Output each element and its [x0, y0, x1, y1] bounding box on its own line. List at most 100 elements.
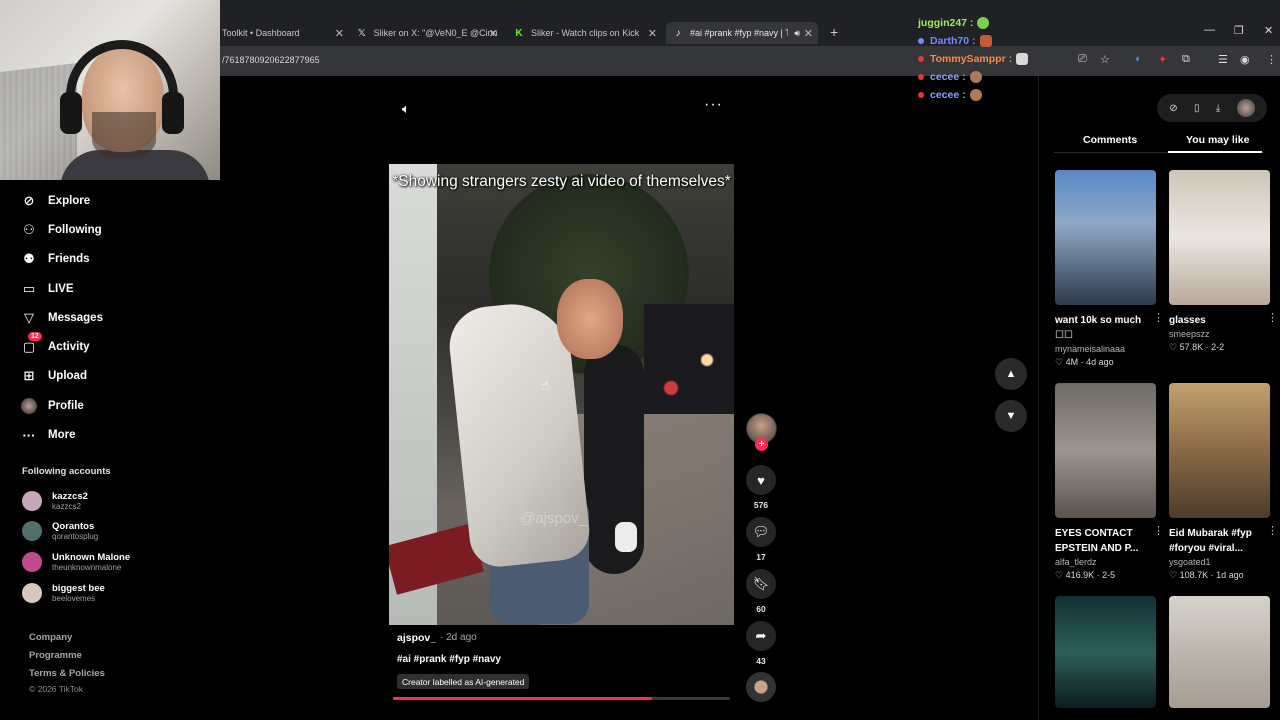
video-thumbnail[interactable]	[1169, 170, 1270, 305]
profile-icon[interactable]: ◉	[1240, 53, 1250, 66]
bookmark-star-icon[interactable]: ☆	[1100, 53, 1110, 66]
sidebar-item-more[interactable]: ··· More	[20, 420, 220, 449]
share-count: 43	[756, 656, 766, 666]
tab-toolkit-dashboard[interactable]: Toolkit • Dashboard ✕	[222, 22, 344, 44]
card-options-icon[interactable]: ⋮	[1153, 524, 1164, 537]
like-count: 576	[753, 500, 769, 510]
more-options-icon[interactable]: ···	[704, 96, 723, 114]
url-text[interactable]: /7618780920622877965	[222, 55, 320, 65]
recommended-video-card[interactable]	[1055, 596, 1156, 708]
video-progress-fill	[393, 697, 653, 700]
like-button[interactable]: ♥	[746, 465, 776, 495]
card-stats: ♡ 416.9K · 2-5	[1055, 570, 1116, 580]
close-tab-icon[interactable]: ✕	[335, 27, 344, 40]
new-tab-button[interactable]: +	[830, 24, 838, 40]
tab-label: #ai #prank #fyp #navy | Tik	[690, 28, 788, 38]
card-title: Eid Mubarak #fyp #foryou #viral...	[1169, 528, 1252, 554]
comment-button[interactable]: 💬︎	[746, 517, 776, 547]
recommended-video-card[interactable]: glasses ⋮ smeepszz ♡ 57.8K · 2-2	[1169, 170, 1278, 354]
sidebar-item-friends[interactable]: ⚉ Friends	[20, 245, 220, 274]
chat-emote-icon	[969, 89, 982, 101]
video-thumbnail[interactable]	[1055, 596, 1156, 708]
recommended-video-card[interactable]	[1169, 596, 1270, 708]
reading-list-icon[interactable]: ☰	[1218, 53, 1228, 66]
tab-tiktok-active[interactable]: ♪ #ai #prank #fyp #navy | Tik 🔊︎ ✕	[666, 22, 818, 44]
card-author[interactable]: smeepszz	[1169, 328, 1270, 341]
compass-icon[interactable]: ⊘	[1169, 103, 1177, 114]
tab-audio-icon[interactable]: 🔊︎	[794, 28, 800, 39]
video-thumbnail[interactable]	[1169, 596, 1270, 708]
extension-icon[interactable]: ◖	[1134, 53, 1141, 65]
ai-generated-label: Creator labelled as AI-generated	[397, 674, 530, 689]
restore-icon[interactable]: ❐	[1234, 24, 1244, 37]
footer-link-programme[interactable]: Programme	[29, 650, 82, 661]
following-account[interactable]: kazzcs2 kazzcs2	[22, 486, 202, 516]
tab-x-post[interactable]: 𝕏 Sliker on X: "@VeN0_E @Cinna ✕	[356, 22, 498, 44]
card-author[interactable]: mynameisalinaaa	[1055, 343, 1156, 356]
video-thumbnail[interactable]	[1169, 383, 1270, 518]
chevron-down-icon: ▼	[1005, 410, 1017, 422]
share-button[interactable]: ➦	[746, 621, 776, 651]
close-tab-icon[interactable]: ✕	[804, 27, 813, 40]
recommended-video-card[interactable]: EYES CONTACT EPSTEIN AND P... ⋮ alfa_tle…	[1055, 383, 1164, 582]
previous-video-button[interactable]: ▲	[995, 358, 1027, 390]
video-player[interactable]	[389, 164, 734, 625]
card-options-icon[interactable]: ⋮	[1267, 524, 1278, 537]
extension-2-icon[interactable]: ✦	[1158, 53, 1167, 66]
download-icon[interactable]: ⤓	[1216, 103, 1220, 114]
follow-plus-icon[interactable]: +	[755, 438, 768, 451]
recommended-video-card[interactable]: Eid Mubarak #fyp #foryou #viral... ⋮ ysg…	[1169, 383, 1278, 582]
following-account[interactable]: Unknown Malone theunknownmalone	[22, 547, 202, 577]
close-tab-icon[interactable]: ✕	[489, 27, 498, 40]
following-account[interactable]: biggest bee beelovemes	[22, 578, 202, 608]
install-app-icon[interactable]: ⎚	[1078, 53, 1087, 66]
tab-you-may-like[interactable]: You may like	[1186, 134, 1249, 146]
video-progress-bar[interactable]	[393, 697, 730, 700]
mobile-icon[interactable]: ▯	[1194, 103, 1200, 114]
avatar	[22, 583, 42, 603]
card-author[interactable]: alfa_tlerdz	[1055, 556, 1156, 569]
video-author[interactable]: ajspov_	[397, 632, 436, 644]
following-account[interactable]: Qorantos qorantosplug	[22, 516, 202, 546]
video-thumbnail[interactable]	[1055, 383, 1156, 518]
chat-message: TommySamppr :	[918, 50, 1048, 68]
following-accounts-title: Following accounts	[22, 466, 111, 477]
card-stats: ♡ 4M · 4d ago	[1055, 357, 1114, 367]
next-video-button[interactable]: ▼	[995, 400, 1027, 432]
footer-link-company[interactable]: Company	[29, 632, 72, 643]
video-thumbnail[interactable]	[1055, 170, 1156, 305]
chat-message: Darth70 :	[918, 32, 1048, 50]
volume-icon[interactable]: 🔈︎	[402, 101, 410, 117]
sidebar-item-explore[interactable]: ⊘ Explore	[20, 186, 220, 215]
sidebar-item-activity[interactable]: ▢ 12 Activity	[20, 332, 220, 361]
recommended-video-card[interactable]: want 10k so much ☐☐ ⋮ mynameisalinaaa ♡ …	[1055, 170, 1164, 369]
extensions-puzzle-icon[interactable]: ⧉	[1182, 53, 1190, 66]
video-hashtags[interactable]: #ai #prank #fyp #navy	[397, 654, 501, 665]
card-title: glasses	[1169, 315, 1206, 326]
upload-icon: ⊞	[23, 368, 35, 384]
sidebar-item-profile[interactable]: Profile	[20, 391, 220, 420]
close-window-icon[interactable]: ✕	[1264, 24, 1273, 37]
screen: Toolkit • Dashboard ✕ 𝕏 Sliker on X: "@V…	[0, 0, 1280, 720]
sidebar-item-messages[interactable]: ▽ Messages	[20, 303, 220, 332]
footer-link-terms[interactable]: Terms & Policies	[29, 668, 105, 679]
sidebar-item-live[interactable]: ▭ LIVE	[20, 274, 220, 303]
minimize-icon[interactable]: —	[1204, 24, 1215, 36]
music-disc-icon[interactable]	[746, 672, 776, 702]
browser-menu-icon[interactable]: ⋮	[1266, 53, 1277, 66]
user-avatar[interactable]	[1236, 99, 1255, 117]
copyright: © 2026 TikTok	[29, 684, 83, 694]
heart-icon: ♥	[757, 472, 765, 488]
card-options-icon[interactable]: ⋮	[1267, 311, 1278, 324]
tab-comments[interactable]: Comments	[1083, 134, 1137, 146]
card-options-icon[interactable]: ⋮	[1153, 311, 1164, 324]
sidebar-item-upload[interactable]: ⊞ Upload	[20, 362, 220, 391]
sidebar-item-following[interactable]: ⚇ Following	[20, 215, 220, 244]
kick-logo-icon: K	[515, 27, 523, 39]
close-tab-icon[interactable]: ✕	[648, 27, 657, 40]
card-author[interactable]: ysgoated1	[1169, 556, 1270, 569]
save-button[interactable]: 🔖︎	[746, 569, 776, 599]
tab-kick-clips[interactable]: K Sliker - Watch clips on Kick ✕	[513, 22, 657, 44]
video-age: · 2d ago	[440, 632, 477, 643]
chat-message: cecee :	[918, 68, 1048, 86]
